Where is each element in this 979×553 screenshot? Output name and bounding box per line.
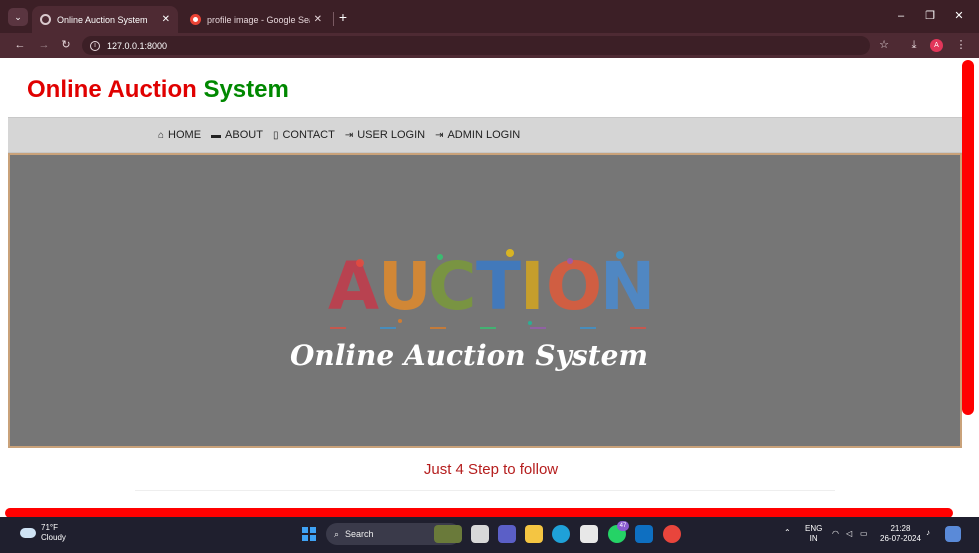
login-icon: ⇥ [344,129,354,141]
restore-icon[interactable]: ❐ [922,9,938,23]
tab-title: Online Auction System [57,14,148,25]
language-indicator[interactable]: ENG IN [805,524,822,544]
weather-temp: 71°F [41,523,58,532]
lang-region: IN [809,534,818,543]
menu-kebab-icon[interactable]: ⋮ [953,37,969,53]
bell-icon[interactable]: ♪ [926,528,930,538]
chrome-icon[interactable] [663,525,681,543]
nav-admin-login[interactable]: ⇥ ADMIN LOGIN [435,129,520,141]
close-icon[interactable]: ✕ [314,14,322,25]
tab-google-search[interactable]: profile image - Google Search ✕ [182,6,330,33]
download-icon[interactable]: ⤓ [906,37,922,53]
svg-text:I: I [520,248,545,325]
url-input[interactable] [107,40,507,51]
lang-code: ENG [805,524,823,533]
copilot-icon[interactable] [945,526,961,542]
tray-chevron-icon[interactable]: ⌃ [784,528,791,538]
logo-text-primary: Online Auction [27,76,197,103]
teams-icon[interactable] [498,525,516,543]
nav-user-login[interactable]: ⇥ USER LOGIN [345,129,425,141]
search-icon: ⌕ [334,528,340,539]
clock-time: 21:28 [890,524,911,533]
browser-tab-strip: ⌄ Online Auction System ✕ profile image … [0,0,979,33]
bookmark-star-icon[interactable]: ☆ [876,37,892,53]
site-info-icon[interactable]: i [90,40,100,51]
edge-icon[interactable] [552,525,570,543]
notification-badge: 47 [617,521,629,531]
svg-text:A: A [328,248,379,325]
login-icon: ⇥ [435,129,444,141]
hero-caption-text: Online Auction System [289,339,649,372]
tab-title: profile image - Google Search [207,14,310,25]
main-navbar: ⌂ HOME ▬ ABOUT ▯ CONTACT ⇥ USER LOGIN ⇥ … [8,117,962,153]
new-tab-button[interactable]: + [336,9,350,25]
weather-widget[interactable]: 71°F Cloudy [20,523,66,543]
hero-banner: A U C T I O N Online Auction System [8,153,962,448]
widgets-icon[interactable] [434,525,462,543]
section-heading: Just 4 Step to follow [423,461,559,478]
nav-label: CONTACT [282,129,335,141]
vertical-scrollbar-thumb[interactable] [962,60,974,415]
task-view-icon[interactable] [471,525,489,543]
auction-splash-image: A U C T I O N [328,248,655,329]
briefcase-icon: ▬ [211,129,222,141]
hero-caption: Online Auction System [10,339,960,372]
nav-home[interactable]: ⌂ HOME [158,129,201,141]
svg-text:U: U [378,248,432,325]
reload-icon[interactable]: ↻ [58,37,74,53]
file-explorer-icon[interactable] [525,525,543,543]
nav-label: ABOUT [225,129,263,141]
svg-text:O: O [546,248,602,325]
nav-label: HOME [168,129,202,141]
globe-icon [40,14,51,25]
phone-icon: ▯ [272,129,279,141]
nav-about[interactable]: ▬ ABOUT [211,129,263,141]
wifi-icon[interactable]: ◠ [832,529,839,539]
back-icon[interactable]: ← [12,37,28,53]
nav-label: USER LOGIN [357,129,426,141]
forward-icon[interactable]: → [36,37,52,53]
clock[interactable]: 21:28 26-07-2024 [880,524,921,544]
svg-text:T: T [476,248,521,325]
section-divider [135,490,835,491]
minimize-icon[interactable]: – [893,9,909,23]
profile-avatar[interactable]: A [930,39,943,52]
tab-divider [333,12,334,26]
weather-condition: Cloudy [41,533,66,542]
logo-text-secondary: System [203,76,289,103]
svg-text:N: N [600,248,655,325]
home-icon: ⌂ [158,129,165,141]
tab-online-auction[interactable]: Online Auction System ✕ [32,6,178,33]
browser-toolbar: ← → ↻ i ☆ ⤓ A ⋮ [0,33,979,58]
close-icon[interactable]: ✕ [162,14,170,25]
windows-start-icon[interactable] [302,527,316,541]
battery-icon[interactable]: ▭ [860,529,868,539]
cloud-icon [20,528,36,538]
svg-text:C: C [428,248,476,325]
store-icon[interactable] [580,525,598,543]
google-icon [190,14,201,25]
vscode-icon[interactable] [635,525,653,543]
search-label: Search [345,529,374,539]
site-logo[interactable]: Online Auction System [27,76,289,104]
web-page: Online Auction System ⌂ HOME ▬ ABOUT ▯ C… [0,58,962,517]
volume-icon[interactable]: ◁ [846,529,852,539]
nav-contact[interactable]: ▯ CONTACT [273,129,335,141]
tab-search-button[interactable]: ⌄ [8,8,28,26]
clock-date: 26-07-2024 [880,534,921,543]
windows-taskbar: 71°F Cloudy ⌕ Search 47 ⌃ ENG IN ◠ ◁ ▭ 2… [0,517,979,553]
window-close-icon[interactable]: ✕ [951,9,967,23]
nav-label: ADMIN LOGIN [447,129,521,141]
address-bar[interactable]: i [82,36,870,55]
